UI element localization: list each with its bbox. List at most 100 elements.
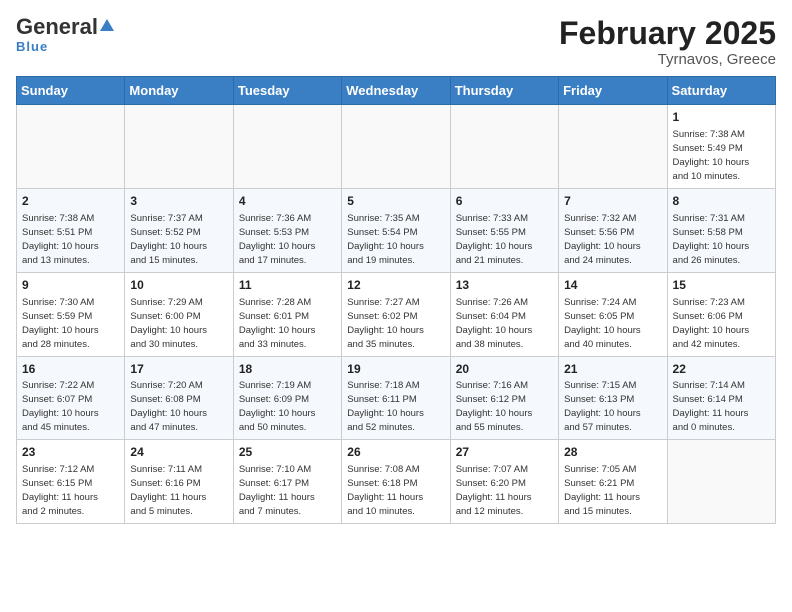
calendar-cell: 1 Sunrise: 7:38 AM Sunset: 5:49 PM Daylig… [667,105,775,189]
calendar-cell: 26 Sunrise: 7:08 AM Sunset: 6:18 PM Dayli… [342,440,450,524]
logo-blue: Blue [16,39,48,54]
calendar-cell: 27Sunrise: 7:07 AM Sunset: 6:20 PM Dayli… [450,440,558,524]
calendar-week-1: 1 Sunrise: 7:38 AM Sunset: 5:49 PM Daylig… [17,105,776,189]
day-number: 23 [22,444,119,461]
calendar-header-saturday: Saturday [667,77,775,105]
calendar-cell: 21 Sunrise: 7:15 AM Sunset: 6:13 PM Dayli… [559,356,667,440]
calendar-header-friday: Friday [559,77,667,105]
calendar-cell [342,105,450,189]
day-info: Sunrise: 7:35 AM Sunset: 5:54 PM Dayligh… [347,213,424,266]
day-info: Sunrise: 7:31 AM Sunset: 5:58 PM Dayligh… [673,213,750,266]
calendar-header-wednesday: Wednesday [342,77,450,105]
calendar-cell: 4 Sunrise: 7:36 AM Sunset: 5:53 PM Daylig… [233,188,341,272]
day-info: Sunrise: 7:36 AM Sunset: 5:53 PM Dayligh… [239,213,316,266]
day-number: 1 [673,109,770,126]
day-info: Sunrise: 7:33 AM Sunset: 5:55 PM Dayligh… [456,213,533,266]
page-subtitle: Tyrnavos, Greece [559,51,776,68]
day-info: Sunrise: 7:38 AM Sunset: 5:51 PM Dayligh… [22,213,99,266]
day-number: 18 [239,361,336,378]
calendar-cell: 16 Sunrise: 7:22 AM Sunset: 6:07 PM Dayli… [17,356,125,440]
logo-icon [98,17,116,35]
calendar-cell: 14 Sunrise: 7:24 AM Sunset: 6:05 PM Dayli… [559,272,667,356]
day-info: Sunrise: 7:08 AM Sunset: 6:18 PM Dayligh… [347,464,423,517]
calendar-header-sunday: Sunday [17,77,125,105]
logo-general: General [16,14,98,39]
day-number: 10 [130,277,227,294]
page-header: General Blue February 2025 Tyrnavos, Gre… [16,16,776,68]
day-number: 21 [564,361,661,378]
calendar-table: SundayMondayTuesdayWednesdayThursdayFrid… [16,76,776,524]
day-number: 4 [239,193,336,210]
day-info: Sunrise: 7:22 AM Sunset: 6:07 PM Dayligh… [22,380,99,433]
calendar-cell: 17Sunrise: 7:20 AM Sunset: 6:08 PM Dayli… [125,356,233,440]
day-info: Sunrise: 7:18 AM Sunset: 6:11 PM Dayligh… [347,380,424,433]
day-number: 5 [347,193,444,210]
calendar-cell: 18 Sunrise: 7:19 AM Sunset: 6:09 PM Dayli… [233,356,341,440]
day-info: Sunrise: 7:28 AM Sunset: 6:01 PM Dayligh… [239,297,316,350]
calendar-cell [233,105,341,189]
page-title: February 2025 [559,16,776,51]
calendar-cell: 24 Sunrise: 7:11 AM Sunset: 6:16 PM Dayli… [125,440,233,524]
day-number: 13 [456,277,553,294]
day-number: 19 [347,361,444,378]
day-number: 20 [456,361,553,378]
day-info: Sunrise: 7:29 AM Sunset: 6:00 PM Dayligh… [130,297,207,350]
day-info: Sunrise: 7:27 AM Sunset: 6:02 PM Dayligh… [347,297,424,350]
day-info: Sunrise: 7:10 AM Sunset: 6:17 PM Dayligh… [239,464,315,517]
day-number: 16 [22,361,119,378]
calendar-cell [667,440,775,524]
calendar-cell [17,105,125,189]
calendar-cell [450,105,558,189]
calendar-cell: 11 Sunrise: 7:28 AM Sunset: 6:01 PM Dayli… [233,272,341,356]
calendar-cell: 9 Sunrise: 7:30 AM Sunset: 5:59 PM Daylig… [17,272,125,356]
day-number: 11 [239,277,336,294]
calendar-cell: 25 Sunrise: 7:10 AM Sunset: 6:17 PM Dayli… [233,440,341,524]
day-info: Sunrise: 7:07 AM Sunset: 6:20 PM Dayligh… [456,464,532,517]
day-number: 6 [456,193,553,210]
day-number: 8 [673,193,770,210]
calendar-cell: 5 Sunrise: 7:35 AM Sunset: 5:54 PM Daylig… [342,188,450,272]
calendar-header-monday: Monday [125,77,233,105]
day-info: Sunrise: 7:14 AM Sunset: 6:14 PM Dayligh… [673,380,749,433]
day-info: Sunrise: 7:32 AM Sunset: 5:56 PM Dayligh… [564,213,641,266]
day-info: Sunrise: 7:23 AM Sunset: 6:06 PM Dayligh… [673,297,750,350]
day-number: 2 [22,193,119,210]
calendar-cell: 23 Sunrise: 7:12 AM Sunset: 6:15 PM Dayli… [17,440,125,524]
day-number: 14 [564,277,661,294]
calendar-cell: 8 Sunrise: 7:31 AM Sunset: 5:58 PM Daylig… [667,188,775,272]
day-number: 17 [130,361,227,378]
day-number: 7 [564,193,661,210]
day-number: 12 [347,277,444,294]
calendar-week-2: 2 Sunrise: 7:38 AM Sunset: 5:51 PM Daylig… [17,188,776,272]
day-number: 24 [130,444,227,461]
calendar-cell: 3Sunrise: 7:37 AM Sunset: 5:52 PM Daylig… [125,188,233,272]
calendar-cell: 2 Sunrise: 7:38 AM Sunset: 5:51 PM Daylig… [17,188,125,272]
calendar-header-thursday: Thursday [450,77,558,105]
day-number: 15 [673,277,770,294]
calendar-cell [559,105,667,189]
day-info: Sunrise: 7:11 AM Sunset: 6:16 PM Dayligh… [130,464,206,517]
day-number: 9 [22,277,119,294]
calendar-cell: 28Sunrise: 7:05 AM Sunset: 6:21 PM Dayli… [559,440,667,524]
calendar-cell: 15 Sunrise: 7:23 AM Sunset: 6:06 PM Dayli… [667,272,775,356]
calendar-cell: 6 Sunrise: 7:33 AM Sunset: 5:55 PM Daylig… [450,188,558,272]
calendar-week-4: 16 Sunrise: 7:22 AM Sunset: 6:07 PM Dayli… [17,356,776,440]
calendar-cell: 7 Sunrise: 7:32 AM Sunset: 5:56 PM Daylig… [559,188,667,272]
calendar-cell: 19 Sunrise: 7:18 AM Sunset: 6:11 PM Dayli… [342,356,450,440]
calendar-cell: 12 Sunrise: 7:27 AM Sunset: 6:02 PM Dayli… [342,272,450,356]
day-info: Sunrise: 7:19 AM Sunset: 6:09 PM Dayligh… [239,380,316,433]
day-info: Sunrise: 7:38 AM Sunset: 5:49 PM Dayligh… [673,129,750,182]
calendar-header-tuesday: Tuesday [233,77,341,105]
day-info: Sunrise: 7:12 AM Sunset: 6:15 PM Dayligh… [22,464,98,517]
day-info: Sunrise: 7:15 AM Sunset: 6:13 PM Dayligh… [564,380,641,433]
day-number: 3 [130,193,227,210]
calendar-week-3: 9 Sunrise: 7:30 AM Sunset: 5:59 PM Daylig… [17,272,776,356]
day-number: 26 [347,444,444,461]
day-info: Sunrise: 7:30 AM Sunset: 5:59 PM Dayligh… [22,297,99,350]
calendar-cell [125,105,233,189]
day-info: Sunrise: 7:24 AM Sunset: 6:05 PM Dayligh… [564,297,641,350]
title-block: February 2025 Tyrnavos, Greece [559,16,776,68]
day-number: 25 [239,444,336,461]
calendar-cell: 10 Sunrise: 7:29 AM Sunset: 6:00 PM Dayli… [125,272,233,356]
day-info: Sunrise: 7:05 AM Sunset: 6:21 PM Dayligh… [564,464,640,517]
